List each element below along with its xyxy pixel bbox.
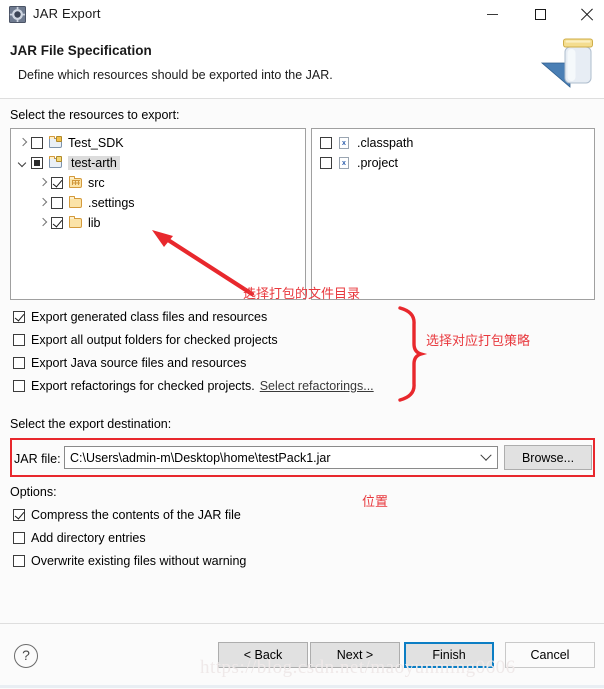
resource-tree-panel[interactable]: Test_SDK test-arth src .settings lib xyxy=(10,128,306,300)
xml-file-glyph: x xyxy=(339,137,349,149)
chevron-right-icon[interactable] xyxy=(37,217,49,229)
window-title: JAR Export xyxy=(33,6,101,21)
java-project-warning-icon xyxy=(48,136,64,150)
select-refactorings-link[interactable]: Select refactorings... xyxy=(260,379,374,393)
xml-file-glyph: x xyxy=(339,157,349,169)
chevron-right-icon[interactable] xyxy=(37,177,49,189)
label-select-destination: Select the export destination: xyxy=(10,417,172,431)
tree-checkbox[interactable] xyxy=(31,137,43,149)
jar-file-path-value: C:\Users\admin-m\Desktop\home\testPack1.… xyxy=(70,450,331,465)
tree-checkbox[interactable] xyxy=(31,157,43,169)
page-title: JAR File Specification xyxy=(10,43,152,58)
close-button[interactable] xyxy=(563,0,604,29)
chevron-down-icon[interactable] xyxy=(17,157,29,169)
label-jar-file: JAR file: xyxy=(14,452,61,466)
dialog-header: JAR File Specification Define which reso… xyxy=(0,29,604,99)
option-label: Compress the contents of the JAR file xyxy=(31,507,241,522)
option-label: Export Java source files and resources xyxy=(31,355,247,370)
dialog-body: Select the resources to export: Test_SDK… xyxy=(0,99,604,623)
option-export-java-source-files[interactable]: Export Java source files and resources xyxy=(13,353,246,372)
file-label: .classpath xyxy=(357,136,414,150)
option-label: Add directory entries xyxy=(31,530,146,545)
option-export-generated-class-files[interactable]: Export generated class files and resourc… xyxy=(13,307,267,326)
option-checkbox[interactable] xyxy=(13,310,25,323)
option-checkbox[interactable] xyxy=(13,379,25,392)
tree-row[interactable]: test-arth xyxy=(11,153,305,173)
close-icon xyxy=(580,8,593,21)
tree-item-label: src xyxy=(88,176,105,190)
jar-file-row: JAR file: xyxy=(14,447,69,471)
tree-checkbox[interactable] xyxy=(51,197,63,209)
option-add-directory-entries[interactable]: Add directory entries xyxy=(13,528,146,547)
option-label: Export generated class files and resourc… xyxy=(31,309,268,324)
dialog-footer: ? < Back Next > Finish Cancel xyxy=(0,623,604,689)
file-checkbox[interactable] xyxy=(320,137,332,149)
help-icon[interactable]: ? xyxy=(14,644,38,668)
annotation-location: 位置 xyxy=(362,495,389,510)
title-bar: JAR Export xyxy=(0,0,604,29)
minimize-button[interactable] xyxy=(469,0,515,29)
chevron-right-icon[interactable] xyxy=(17,137,29,149)
maximize-button[interactable] xyxy=(517,0,563,29)
folder-icon xyxy=(68,196,84,210)
option-label: Overwrite existing files without warning xyxy=(31,553,247,568)
jar-bottle-icon xyxy=(536,29,604,97)
list-item[interactable]: x .classpath xyxy=(312,133,594,153)
option-label: Export all output folders for checked pr… xyxy=(31,332,278,347)
option-checkbox[interactable] xyxy=(13,531,25,544)
page-subtitle: Define which resources should be exporte… xyxy=(18,68,333,82)
chevron-down-icon[interactable] xyxy=(475,447,497,468)
jar-export-dialog: JAR Export JAR File Specification Define… xyxy=(0,0,604,689)
tree-row[interactable]: Test_SDK xyxy=(11,133,305,153)
browse-button[interactable]: Browse... xyxy=(504,445,592,470)
option-checkbox[interactable] xyxy=(13,333,25,346)
annotation-select-folder: 选择打包的文件目录 xyxy=(243,287,361,302)
tree-item-label: lib xyxy=(88,216,101,230)
option-label: Export refactorings for checked projects… xyxy=(31,378,255,393)
annotation-select-strategy: 选择对应打包策略 xyxy=(426,334,531,349)
folder-icon xyxy=(68,216,84,230)
chevron-right-icon[interactable] xyxy=(37,197,49,209)
option-checkbox[interactable] xyxy=(13,356,25,369)
label-options: Options: xyxy=(10,485,57,499)
tree-row[interactable]: lib xyxy=(11,213,305,233)
browse-button-label: Browse... xyxy=(521,450,575,465)
minimize-icon xyxy=(486,14,498,15)
maximize-icon xyxy=(534,9,546,20)
option-export-all-output-folders[interactable]: Export all output folders for checked pr… xyxy=(13,330,278,349)
file-list-panel[interactable]: x .classpath x .project xyxy=(311,128,595,300)
file-label: .project xyxy=(357,156,398,170)
java-project-icon xyxy=(48,156,64,170)
option-checkbox[interactable] xyxy=(13,508,25,521)
tree-item-label: .settings xyxy=(88,196,135,210)
tree-checkbox[interactable] xyxy=(51,177,63,189)
label-select-resources: Select the resources to export: xyxy=(10,108,180,122)
xml-file-icon: x xyxy=(337,136,353,150)
list-item[interactable]: x .project xyxy=(312,153,594,173)
file-checkbox[interactable] xyxy=(320,157,332,169)
option-checkbox[interactable] xyxy=(13,554,25,567)
tree-row[interactable]: .settings xyxy=(11,193,305,213)
watermark: https://blog.csdn.net/maoyunming0606 xyxy=(200,657,516,678)
xml-file-icon: x xyxy=(337,156,353,170)
jar-export-icon xyxy=(9,6,26,23)
jar-file-input[interactable]: C:\Users\admin-m\Desktop\home\testPack1.… xyxy=(64,446,498,469)
tree-item-label: Test_SDK xyxy=(68,136,124,150)
option-export-refactorings[interactable]: Export refactorings for checked projects… xyxy=(13,376,374,395)
option-compress-jar-contents[interactable]: Compress the contents of the JAR file xyxy=(13,505,241,524)
tree-item-label: test-arth xyxy=(68,156,120,170)
source-folder-icon xyxy=(68,176,84,190)
option-overwrite-existing-files[interactable]: Overwrite existing files without warning xyxy=(13,551,246,570)
tree-row[interactable]: src xyxy=(11,173,305,193)
tree-checkbox[interactable] xyxy=(51,217,63,229)
